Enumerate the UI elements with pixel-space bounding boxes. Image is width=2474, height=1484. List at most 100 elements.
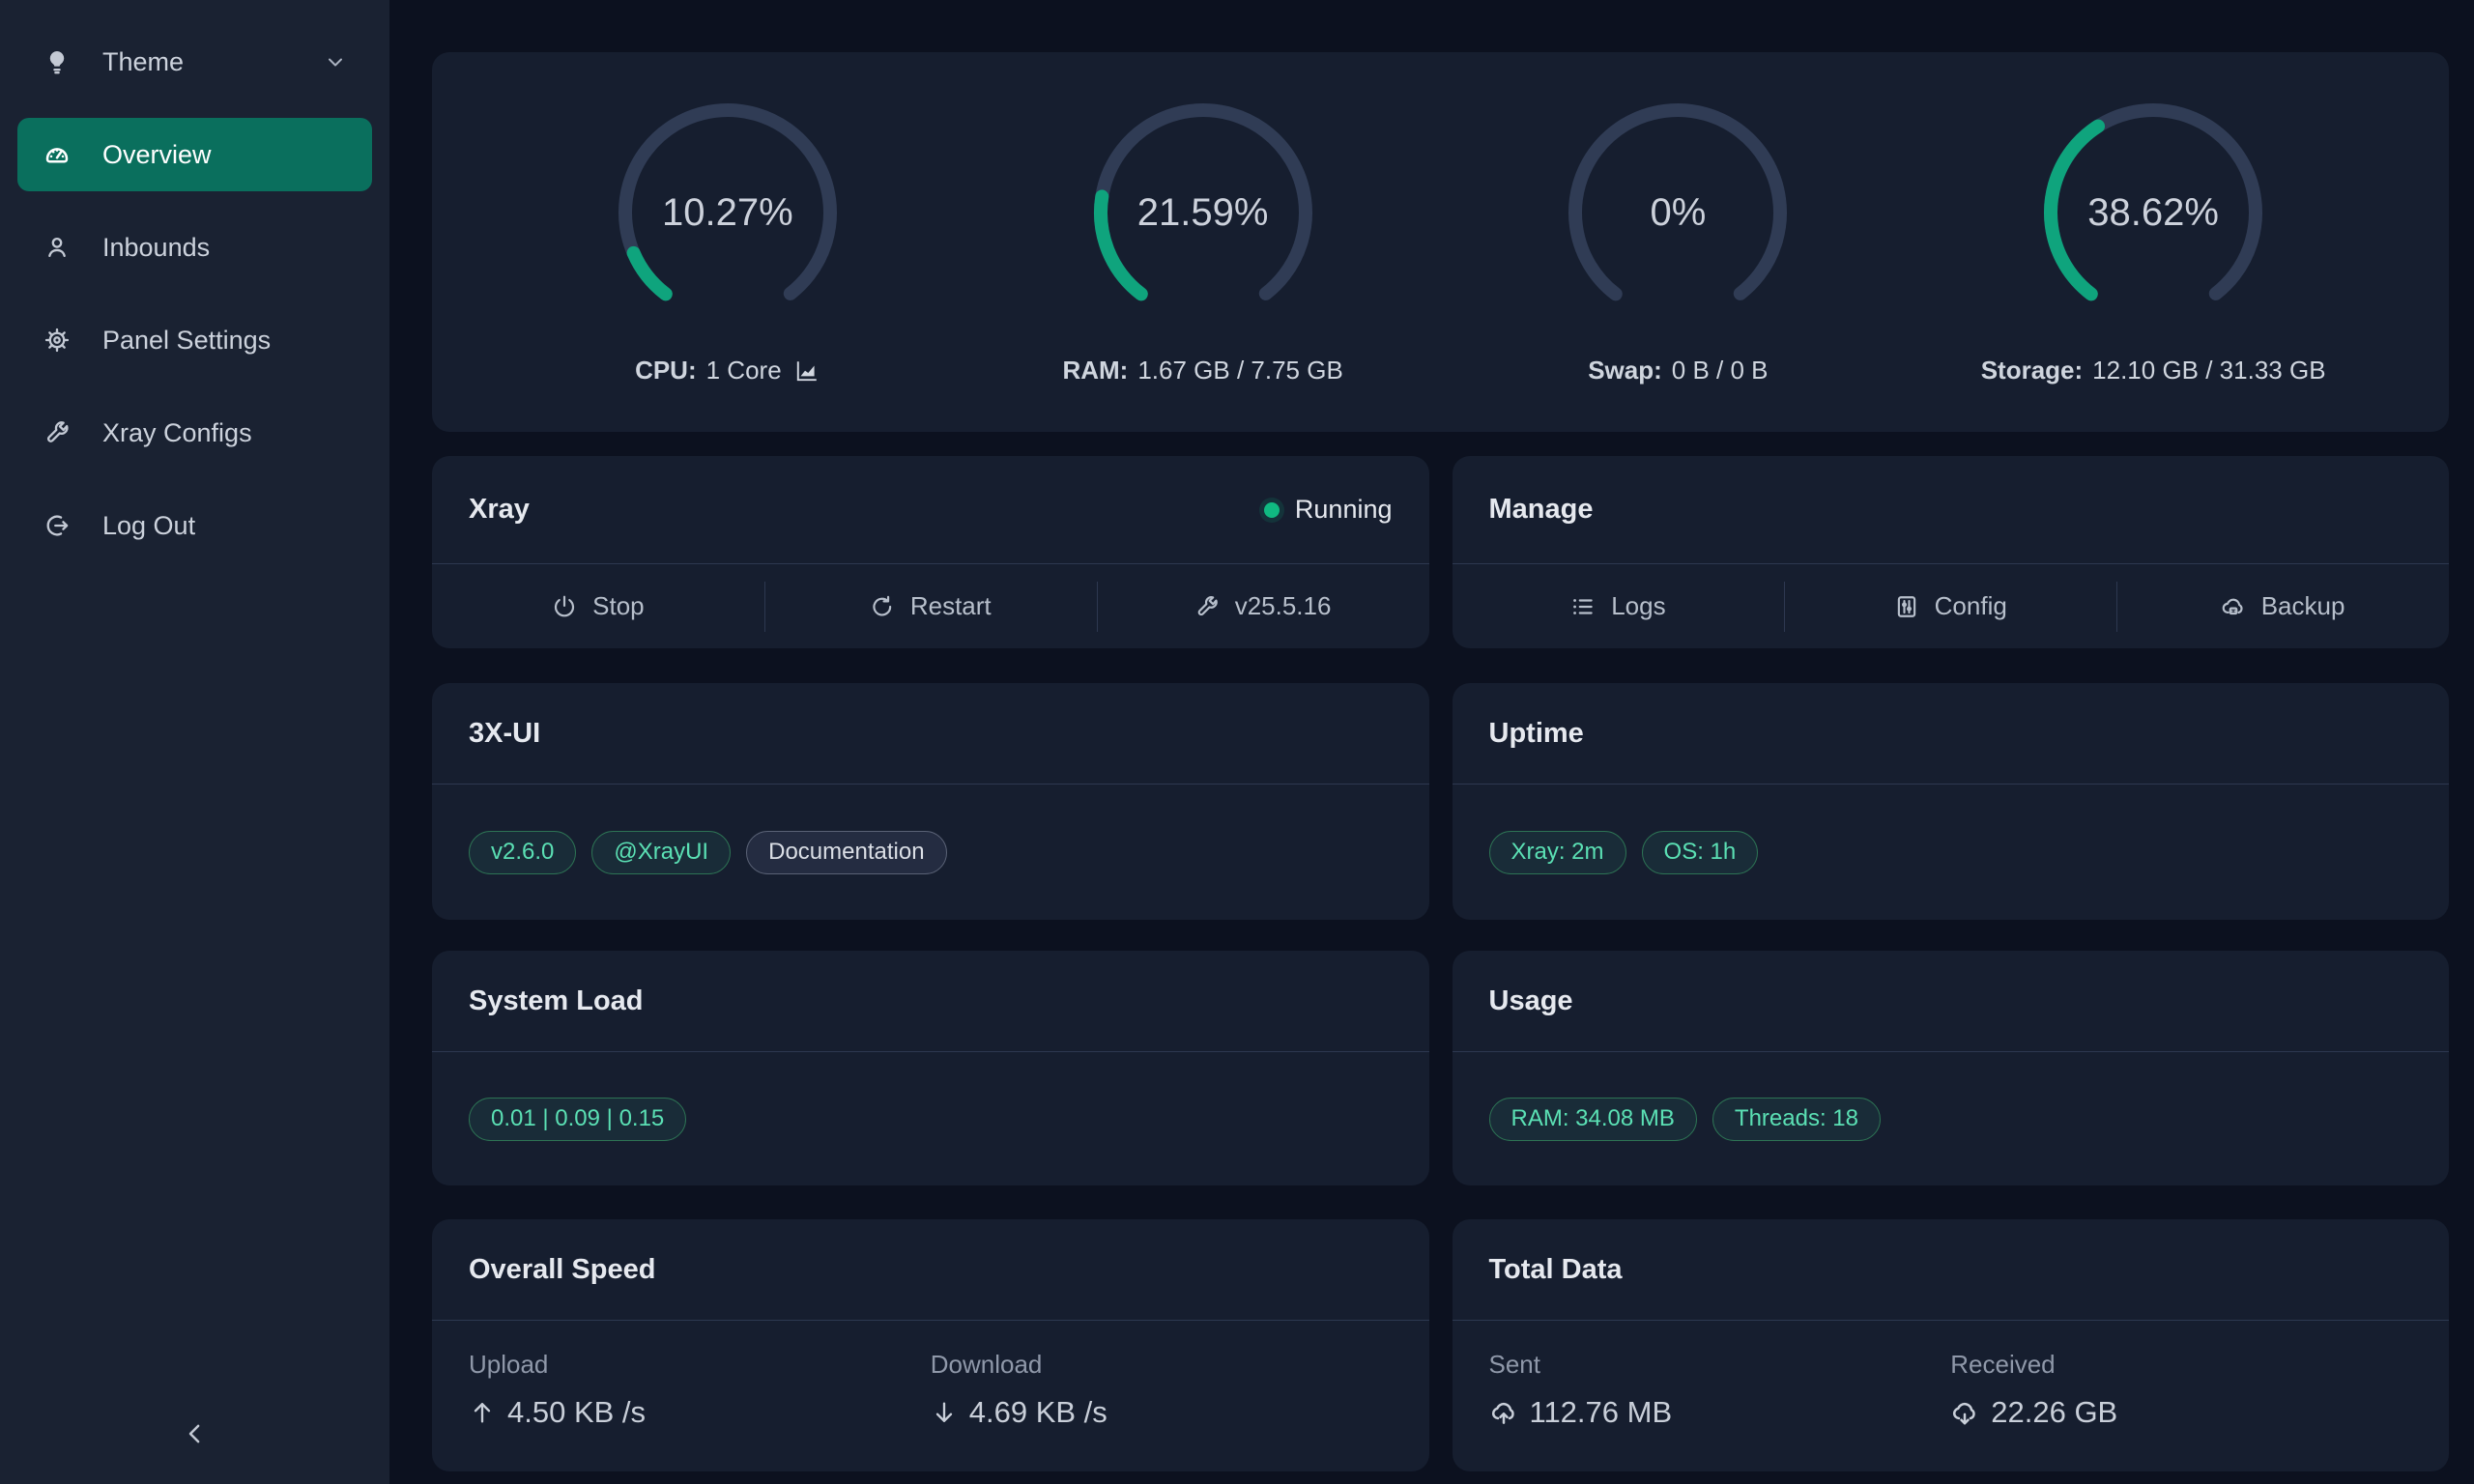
sent-label: Sent	[1489, 1350, 1951, 1380]
logs-button-label: Logs	[1611, 591, 1665, 621]
storage-caption-value: 12.10 GB / 31.33 GB	[2092, 356, 2325, 385]
sidebar-item-label: Panel Settings	[102, 326, 271, 356]
xui-card-header: 3X-UI	[432, 683, 1429, 785]
sliders-icon	[1894, 594, 1919, 619]
sidebar-item-label: Log Out	[102, 511, 195, 541]
cpu-percent: 10.27%	[612, 97, 844, 328]
main-content: 10.27% CPU: 1 Core 21.59%	[432, 52, 2449, 1471]
sidebar-item-logout[interactable]: Log Out	[17, 489, 372, 562]
received-value: 22.26 GB	[1950, 1395, 2412, 1430]
ram-caption-bold: RAM:	[1062, 356, 1128, 385]
xray-card-header: Xray Running	[432, 456, 1429, 564]
total-data-body: Sent 112.76 MB Received	[1453, 1321, 2450, 1471]
load-average-tag: 0.01 | 0.09 | 0.15	[469, 1098, 686, 1141]
logs-button[interactable]: Logs	[1453, 564, 1785, 648]
cpu-caption: CPU: 1 Core	[635, 356, 820, 385]
arrow-down-icon	[931, 1399, 958, 1426]
ram-gauge-ring: 21.59%	[1087, 97, 1319, 328]
logout-icon	[43, 511, 72, 540]
gear-icon	[43, 326, 72, 355]
xrayui-tag[interactable]: @XrayUI	[591, 831, 731, 874]
swap-caption-value: 0 B / 0 B	[1672, 356, 1769, 385]
system-load-card: System Load 0.01 | 0.09 | 0.15	[432, 951, 1429, 1185]
storage-caption-bold: Storage:	[1981, 356, 2083, 385]
restart-icon	[870, 594, 895, 619]
arrow-up-icon	[469, 1399, 496, 1426]
received-label: Received	[1950, 1350, 2412, 1380]
wrench-icon	[1194, 594, 1220, 619]
xui-tags: v2.6.0 @XrayUI Documentation	[432, 785, 1429, 920]
theme-selector[interactable]: Theme	[17, 25, 372, 99]
swap-gauge: 0% Swap: 0 B / 0 B	[1441, 52, 1916, 432]
uptime-card: Uptime Xray: 2m OS: 1h	[1453, 683, 2450, 920]
threads-tag: Threads: 18	[1712, 1098, 1881, 1141]
sidebar-item-overview[interactable]: Overview	[17, 118, 372, 191]
uptime-card-header: Uptime	[1453, 683, 2450, 785]
cloud-download-icon	[1950, 1398, 1979, 1427]
upload-value: 4.50 KB /s	[469, 1395, 931, 1430]
ram-gauge: 21.59% RAM: 1.67 GB / 7.75 GB	[965, 52, 1441, 432]
area-chart-icon[interactable]	[793, 358, 820, 384]
manage-actions: Logs Config	[1453, 564, 2450, 648]
cloud-upload-icon	[1489, 1398, 1518, 1427]
sidebar-collapse-button[interactable]	[168, 1409, 222, 1463]
usage-title: Usage	[1489, 985, 1573, 1017]
running-dot-icon	[1264, 502, 1280, 518]
restart-button[interactable]: Restart	[764, 564, 1097, 648]
swap-percent: 0%	[1562, 97, 1794, 328]
manage-title: Manage	[1489, 494, 1594, 526]
cpu-gauge-ring: 10.27%	[612, 97, 844, 328]
uptime-title: Uptime	[1489, 718, 1584, 750]
stop-button[interactable]: Stop	[432, 564, 764, 648]
xray-version-button[interactable]: v25.5.16	[1097, 564, 1429, 648]
xui-title: 3X-UI	[469, 718, 540, 750]
uptime-tags: Xray: 2m OS: 1h	[1453, 785, 2450, 920]
sidebar-item-panel-settings[interactable]: Panel Settings	[17, 303, 372, 377]
usage-tags: RAM: 34.08 MB Threads: 18	[1453, 1052, 2450, 1185]
overall-speed-card-header: Overall Speed	[432, 1219, 1429, 1321]
storage-percent: 38.62%	[2037, 97, 2269, 328]
config-button-label: Config	[1935, 591, 2007, 621]
xray-version-label: v25.5.16	[1235, 591, 1332, 621]
backup-button[interactable]: Backup	[2116, 564, 2449, 648]
overall-speed-title: Overall Speed	[469, 1254, 655, 1286]
download-value: 4.69 KB /s	[931, 1395, 1393, 1430]
overall-speed-card: Overall Speed Upload 4.50 KB /s Download	[432, 1219, 1429, 1471]
sidebar-item-label: Inbounds	[102, 233, 210, 263]
swap-caption-bold: Swap:	[1588, 356, 1662, 385]
swap-gauge-ring: 0%	[1562, 97, 1794, 328]
xray-status-badge: Running	[1264, 495, 1393, 525]
manage-card: Manage Logs	[1453, 456, 2450, 648]
cpu-caption-bold: CPU:	[635, 356, 697, 385]
os-uptime-tag: OS: 1h	[1642, 831, 1759, 874]
xray-uptime-tag: Xray: 2m	[1489, 831, 1626, 874]
theme-label: Theme	[102, 47, 184, 77]
xray-title: Xray	[469, 494, 530, 526]
stop-button-label: Stop	[592, 591, 645, 621]
sidebar-item-inbounds[interactable]: Inbounds	[17, 211, 372, 284]
documentation-tag[interactable]: Documentation	[746, 831, 946, 874]
sidebar-item-xray-configs[interactable]: Xray Configs	[17, 396, 372, 470]
upload-speed-text: 4.50 KB /s	[507, 1395, 646, 1430]
bulb-icon	[43, 47, 72, 76]
ram-percent: 21.59%	[1087, 97, 1319, 328]
storage-caption: Storage: 12.10 GB / 31.33 GB	[1981, 356, 2326, 385]
total-data-card: Total Data Sent 112.76 MB	[1453, 1219, 2450, 1471]
chevron-down-icon	[324, 50, 347, 73]
received-data-text: 22.26 GB	[1991, 1395, 2117, 1430]
sidebar-nav: Theme Overview Inbounds	[0, 0, 389, 562]
swap-caption: Swap: 0 B / 0 B	[1588, 356, 1768, 385]
download-label: Download	[931, 1350, 1393, 1380]
manage-card-header: Manage	[1453, 456, 2450, 564]
config-button[interactable]: Config	[1784, 564, 2116, 648]
cpu-gauge: 10.27% CPU: 1 Core	[490, 52, 965, 432]
upload-label: Upload	[469, 1350, 931, 1380]
cpu-caption-value: 1 Core	[706, 356, 782, 385]
xray-status-text: Running	[1295, 495, 1393, 525]
version-tag[interactable]: v2.6.0	[469, 831, 576, 874]
storage-gauge-ring: 38.62%	[2037, 97, 2269, 328]
sidebar: Theme Overview Inbounds	[0, 0, 389, 1484]
wrench-icon	[43, 418, 72, 447]
upload-stat: Upload 4.50 KB /s	[469, 1350, 931, 1471]
power-icon	[552, 594, 577, 619]
